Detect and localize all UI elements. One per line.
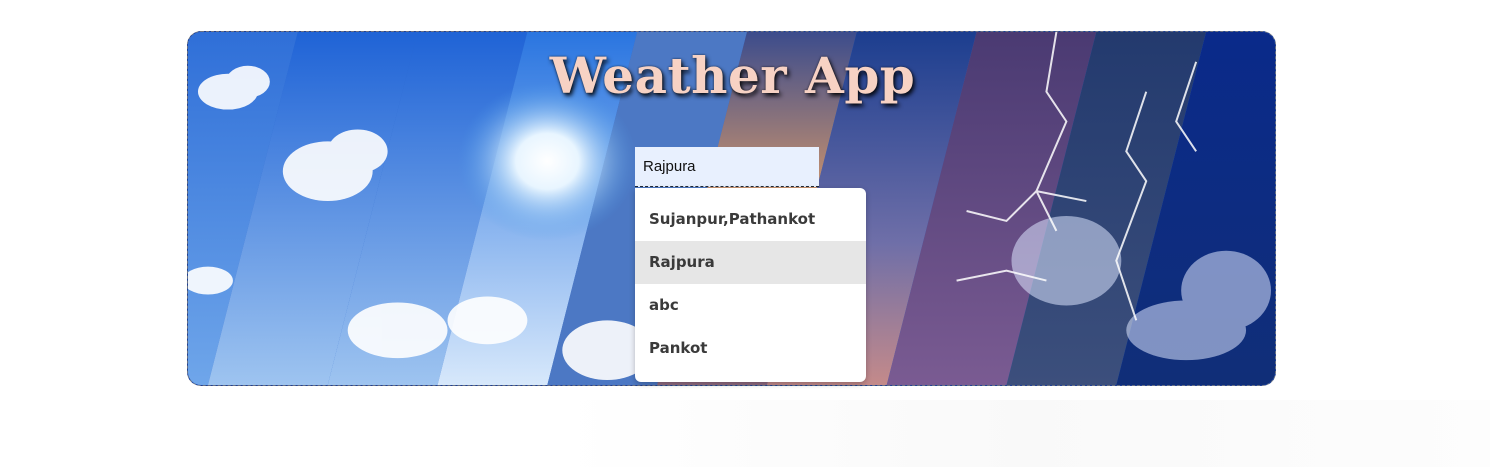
background-fade [560, 400, 1490, 467]
page: Weather App Sujanpur,PathankotRajpuraabc… [0, 0, 1490, 467]
suggestion-item[interactable]: Rajpura [635, 241, 866, 284]
suggestion-item[interactable]: abc [635, 284, 866, 327]
suggestion-item[interactable]: Pankot [635, 327, 866, 370]
suggestions-dropdown: Sujanpur,Pathankot Rajpura abc Pankot [635, 188, 866, 382]
suggestion-item[interactable]: Sujanpur,Pathankot [635, 198, 866, 241]
city-search-input[interactable] [635, 147, 819, 187]
page-title: Weather App [549, 46, 916, 105]
